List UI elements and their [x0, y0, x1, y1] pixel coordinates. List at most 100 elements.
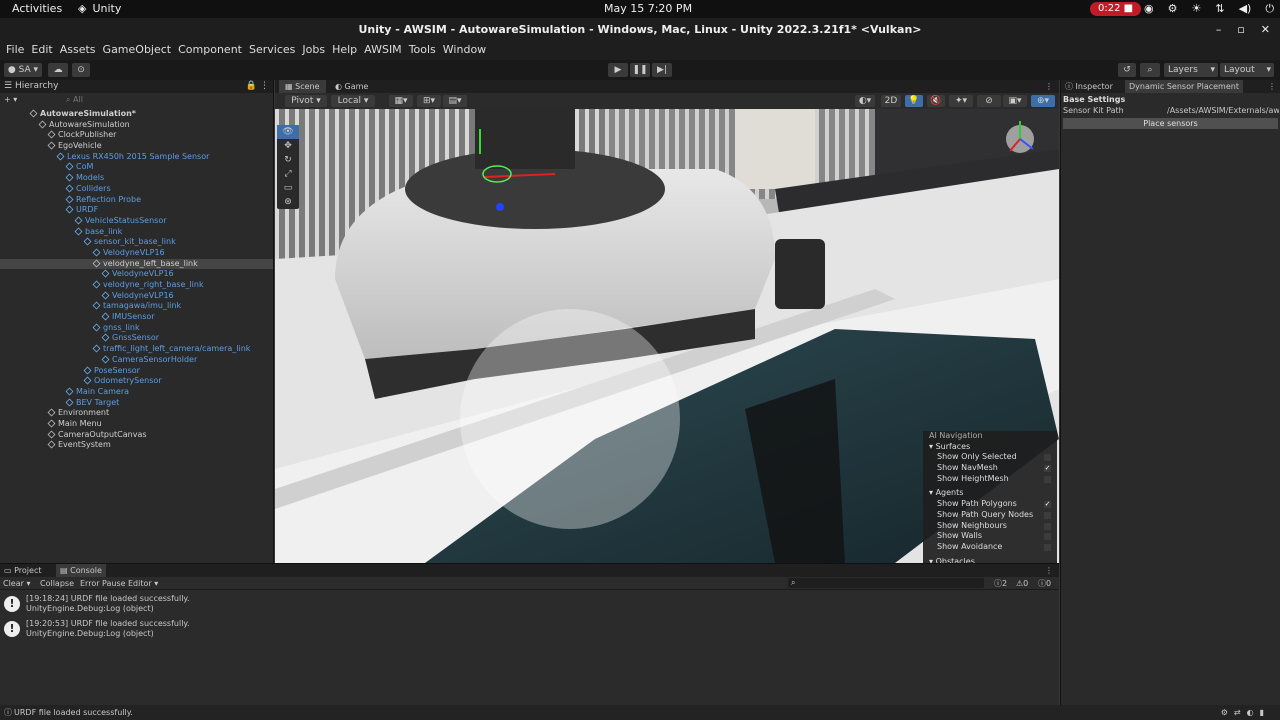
clock[interactable]: May 15 7:20 PM: [604, 2, 692, 15]
hierarchy-row[interactable]: base_link: [0, 227, 273, 238]
hierarchy-row[interactable]: OdometrySensor: [0, 376, 273, 387]
inspector-menu-icon[interactable]: ⋮: [1268, 80, 1276, 93]
history-icon[interactable]: ↺: [1118, 63, 1136, 77]
hierarchy-row[interactable]: tamagawa/imu_link: [0, 301, 273, 312]
ai-nav-option[interactable]: Show Path Polygons ✓: [923, 499, 1057, 510]
ai-nav-option[interactable]: Show HeightMesh: [923, 474, 1057, 485]
hierarchy-search[interactable]: + ▾ ⌕ All: [4, 94, 269, 108]
cloud-icon[interactable]: ☁: [48, 63, 68, 77]
hierarchy-tab[interactable]: ☰ Hierarchy 🔒 ⋮: [0, 80, 273, 93]
grid-visibility-icon[interactable]: ▤▾: [443, 95, 467, 107]
tab-console[interactable]: ▤ Console: [56, 564, 106, 577]
tab-game[interactable]: ◐ Game: [331, 80, 372, 93]
warning-count-badge[interactable]: ⚠0: [1016, 577, 1028, 590]
ai-nav-section-header[interactable]: ▾ Surfaces: [923, 442, 1057, 453]
rect-tool-icon[interactable]: ▭: [277, 181, 299, 195]
account-button[interactable]: ● SA ▾: [4, 63, 42, 77]
console-menu-icon[interactable]: ⋮: [1045, 564, 1053, 577]
close-icon[interactable]: ✕: [1261, 18, 1270, 42]
menu-item-tools[interactable]: Tools: [409, 42, 443, 60]
hierarchy-row[interactable]: velodyne_right_base_link: [0, 280, 273, 291]
activities-button[interactable]: Activities: [12, 2, 62, 15]
hierarchy-row[interactable]: IMUSensor: [0, 312, 273, 323]
hierarchy-row[interactable]: Models: [0, 173, 273, 184]
menu-item-assets[interactable]: Assets: [60, 42, 103, 60]
checkbox[interactable]: [1044, 543, 1051, 551]
hierarchy-row[interactable]: Main Camera: [0, 387, 273, 398]
scale-tool-icon[interactable]: ⤢: [277, 167, 299, 181]
checkbox[interactable]: [1044, 454, 1051, 462]
local-dropdown[interactable]: Local ▾: [331, 95, 375, 107]
collapse-button[interactable]: Collapse: [40, 577, 74, 590]
tab-project[interactable]: ▭ Project: [4, 564, 41, 577]
hierarchy-row[interactable]: VelodyneVLP16: [0, 248, 273, 259]
hierarchy-row[interactable]: AutowareSimulation*: [0, 109, 273, 120]
ai-nav-option[interactable]: Show Path Query Nodes: [923, 510, 1057, 521]
hierarchy-row[interactable]: VehicleStatusSensor: [0, 216, 273, 227]
search-icon[interactable]: ⌕: [1140, 63, 1160, 77]
hierarchy-row[interactable]: CameraOutputCanvas: [0, 430, 273, 441]
ai-nav-option[interactable]: Show NavMesh ✓: [923, 463, 1057, 474]
ai-nav-option[interactable]: Show Avoidance: [923, 542, 1057, 553]
hierarchy-row[interactable]: Lexus RX450h 2015 Sample Sensor: [0, 152, 273, 163]
hierarchy-row[interactable]: velodyne_left_base_link: [0, 258, 273, 270]
editor-dropdown[interactable]: Editor ▾: [128, 577, 158, 590]
brightness-icon[interactable]: ☀: [1191, 2, 1201, 16]
hierarchy-row[interactable]: gnss_link: [0, 323, 273, 334]
console-log-entry[interactable]: ! [19:18:24] URDF file loaded successfull…: [4, 594, 1044, 616]
tab-inspector[interactable]: ⓘ Inspector: [1065, 80, 1113, 93]
console-search[interactable]: ⌕: [788, 578, 984, 588]
discord-icon[interactable]: ◉: [1144, 2, 1154, 16]
sensor-kit-path-field[interactable]: /Assets/AWSIM/Externals/aw: [1167, 106, 1279, 115]
checkbox[interactable]: [1044, 511, 1051, 519]
checkbox[interactable]: ✓: [1044, 465, 1051, 473]
hierarchy-row[interactable]: CameraSensorHolder: [0, 355, 273, 366]
tab-dynamic-sensor-placement[interactable]: Dynamic Sensor Placement: [1125, 80, 1243, 93]
volume-icon[interactable]: ◀): [1239, 2, 1252, 16]
console-log-entry[interactable]: ! [19:20:53] URDF file loaded successfull…: [4, 619, 1044, 641]
network-icon[interactable]: ⇅: [1215, 2, 1224, 16]
shading-mode-icon[interactable]: ◐▾: [855, 95, 875, 107]
play-button[interactable]: ▶: [608, 63, 628, 77]
transform-tool-icon[interactable]: ⊛: [277, 195, 299, 209]
minimize-icon[interactable]: –: [1216, 18, 1222, 42]
hidden-objects-icon[interactable]: ⊘: [977, 95, 1001, 107]
checkbox[interactable]: ✓: [1044, 501, 1051, 509]
move-tool-icon[interactable]: ✥: [277, 139, 299, 153]
scene-viewport[interactable]: 👁 ✥ ↻ ⤢ ▭ ⊛ AI Navigation ▾ Surfaces Show …: [275, 109, 1059, 563]
grid-snap-icon[interactable]: ▦▾: [389, 95, 413, 107]
hierarchy-row[interactable]: Reflection Probe: [0, 195, 273, 206]
scene-menu-icon[interactable]: ⋮: [1045, 80, 1053, 93]
gizmos-icon[interactable]: ⊕▾: [1031, 95, 1055, 107]
step-button[interactable]: ▶|: [652, 63, 672, 77]
maximize-icon[interactable]: ▫: [1237, 18, 1244, 42]
hierarchy-row[interactable]: EgoVehicle: [0, 141, 273, 152]
view-tool-icon[interactable]: 👁: [277, 125, 299, 139]
hierarchy-row[interactable]: Colliders: [0, 184, 273, 195]
menu-item-services[interactable]: Services: [249, 42, 302, 60]
menu-item-jobs[interactable]: Jobs: [302, 42, 332, 60]
menu-item-window[interactable]: Window: [443, 42, 493, 60]
camera-settings-icon[interactable]: ▣▾: [1003, 95, 1027, 107]
lighting-icon[interactable]: 💡: [905, 95, 923, 107]
hierarchy-row[interactable]: sensor_kit_base_link: [0, 237, 273, 248]
ai-nav-option[interactable]: Show Neighbours: [923, 521, 1057, 532]
menu-item-component[interactable]: Component: [178, 42, 249, 60]
menu-item-edit[interactable]: Edit: [31, 42, 59, 60]
checkbox[interactable]: [1044, 533, 1051, 541]
hierarchy-row[interactable]: traffic_light_left_camera/camera_link: [0, 344, 273, 355]
layout-dropdown[interactable]: Layout ▾: [1220, 63, 1274, 77]
hierarchy-row[interactable]: VelodyneVLP16: [0, 291, 273, 302]
menu-item-file[interactable]: File: [6, 42, 31, 60]
hierarchy-row[interactable]: EventSystem: [0, 440, 273, 451]
pivot-dropdown[interactable]: Pivot ▾: [285, 95, 327, 107]
rotate-tool-icon[interactable]: ↻: [277, 153, 299, 167]
ai-nav-option[interactable]: Show Only Selected: [923, 452, 1057, 463]
menu-item-gameobject[interactable]: GameObject: [103, 42, 179, 60]
hierarchy-row[interactable]: Environment: [0, 408, 273, 419]
hierarchy-row[interactable]: PoseSensor: [0, 366, 273, 377]
checkbox[interactable]: [1044, 522, 1051, 530]
error-count-badge[interactable]: ⓘ0: [1038, 577, 1051, 590]
clear-button[interactable]: Clear ▾: [3, 577, 30, 590]
hierarchy-row[interactable]: AutowareSimulation: [0, 120, 273, 131]
